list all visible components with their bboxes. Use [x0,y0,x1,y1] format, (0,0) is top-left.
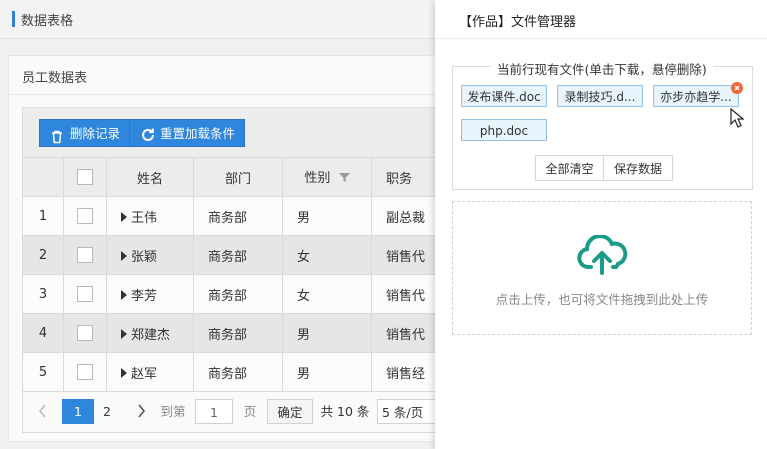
clear-all-button[interactable]: 全部清空 [535,155,604,181]
row-number: 3 [22,274,64,314]
upload-hint: 点击上传，也可将文件拖拽到此处上传 [495,292,709,307]
grid-toolbar: 删除记录 重置加载条件 [22,107,454,158]
table-header-row: 姓名 部门 性别 职务 [22,157,452,197]
page-1-button[interactable]: 1 [62,399,94,424]
reload-conditions-label: 重置加载条件 [160,126,236,141]
cloud-upload-icon [577,234,629,279]
name-cell[interactable]: 赵军 [106,352,194,392]
sex-cell: 男 [282,196,372,236]
row-checkbox[interactable] [77,247,93,263]
file-chip[interactable]: 录制技巧.d... [557,85,643,107]
mouse-cursor-icon [730,107,745,133]
panel-title: 员工数据表 [22,71,88,86]
dept-cell: 商务部 [193,313,283,353]
column-header-dept[interactable]: 部门 [193,157,283,197]
dept-cell: 商务部 [193,235,283,275]
goto-label: 到第 [160,404,186,419]
select-all-header [63,157,107,197]
pager: 1 2 到第 1 页 确定 共 10 条 5 条/页 [22,392,454,433]
row-number: 4 [22,313,64,353]
select-all-checkbox[interactable] [77,169,93,185]
row-select-cell [63,235,107,275]
remove-file-icon[interactable] [731,82,743,94]
refresh-icon [140,125,156,153]
upload-dropzone[interactable]: 点击上传，也可将文件拖拽到此处上传 [452,201,752,335]
column-header-sex[interactable]: 性别 [282,157,372,197]
employee-name: 王伟 [131,210,158,226]
expand-arrow-icon[interactable] [121,289,127,300]
expand-arrow-icon[interactable] [121,211,127,222]
sex-cell: 女 [282,274,372,314]
sex-cell: 女 [282,235,372,275]
save-data-button[interactable]: 保存数据 [603,155,673,181]
row-select-cell [63,313,107,353]
row-select-cell [63,352,107,392]
employee-name: 赵军 [131,366,158,382]
employee-name: 张颖 [131,249,158,265]
dept-cell: 商务部 [193,274,283,314]
file-chip[interactable]: 发布课件.doc [461,85,547,107]
name-cell[interactable]: 郑建杰 [106,313,194,353]
files-legend: 当前行现有文件(单击下载，悬停删除) [491,59,713,78]
expand-arrow-icon[interactable] [121,328,127,339]
page-number-input[interactable]: 1 [195,399,233,424]
row-number: 2 [22,235,64,275]
table-row[interactable]: 1 王伟 商务部 男 副总裁 [22,196,452,236]
sex-cell: 男 [282,352,372,392]
column-header-sex-label: 性别 [304,171,331,186]
table-row[interactable]: 3 李芳 商务部 女 销售代 [22,274,452,314]
dept-cell: 商务部 [193,352,283,392]
row-select-cell [63,274,107,314]
row-checkbox[interactable] [77,286,93,302]
page-unit-label: 页 [243,404,257,419]
row-checkbox[interactable] [77,325,93,341]
row-number: 5 [22,352,64,392]
row-number-header [22,157,64,197]
prev-page-icon[interactable] [35,399,51,424]
employee-name: 李芳 [131,288,158,304]
file-chip-hovered[interactable]: 亦步亦趋学... [653,85,739,107]
expand-arrow-icon[interactable] [121,250,127,261]
page-title: 数据表格 [21,14,74,29]
sex-cell: 男 [282,313,372,353]
total-count: 共 10 条 [320,404,370,419]
filter-icon[interactable] [338,172,350,187]
expand-arrow-icon[interactable] [121,367,127,378]
confirm-page-button[interactable]: 确定 [267,399,313,424]
table-row[interactable]: 4 郑建杰 商务部 男 销售代 [22,313,452,353]
row-select-cell [63,196,107,236]
drawer-divider [435,38,767,39]
row-checkbox[interactable] [77,208,93,224]
panel-divider [9,94,449,95]
dept-cell: 商务部 [193,196,283,236]
file-manager-drawer: 【作品】文件管理器 当前行现有文件(单击下载，悬停删除) 发布课件.doc 录制… [435,0,767,449]
name-cell[interactable]: 张颖 [106,235,194,275]
trash-icon [50,126,64,154]
column-header-name[interactable]: 姓名 [106,157,194,197]
employee-table: 姓名 部门 性别 职务 1 王伟 商务部 男 副总裁 2 张颖 商务部 女 销售… [22,157,452,392]
file-chip[interactable]: php.doc [461,119,547,141]
reload-conditions-button[interactable]: 重置加载条件 [129,119,245,147]
current-files-group: 当前行现有文件(单击下载，悬停删除) 发布课件.doc 录制技巧.d... 亦步… [452,59,753,190]
row-checkbox[interactable] [77,364,93,380]
next-page-icon[interactable] [133,399,149,424]
row-number: 1 [22,196,64,236]
table-row[interactable]: 5 赵军 商务部 男 销售经 [22,352,452,392]
delete-records-label: 删除记录 [70,126,121,141]
delete-records-button[interactable]: 删除记录 [39,119,130,147]
table-row[interactable]: 2 张颖 商务部 女 销售代 [22,235,452,275]
employee-name: 郑建杰 [131,327,171,343]
name-cell[interactable]: 李芳 [106,274,194,314]
page-2-button[interactable]: 2 [96,399,118,424]
name-cell[interactable]: 王伟 [106,196,194,236]
title-accent [12,11,15,27]
drawer-title: 【作品】文件管理器 [459,15,577,30]
